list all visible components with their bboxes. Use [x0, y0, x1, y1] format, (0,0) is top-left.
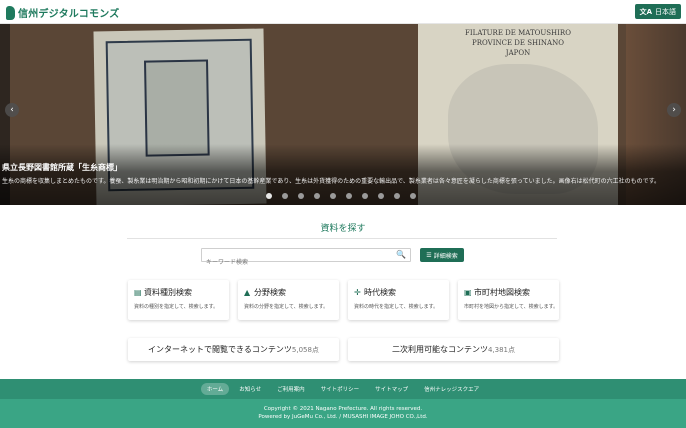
advanced-search-label: 詳細検索: [433, 252, 458, 260]
category-description: 資料の時代を指定して、検索します。: [354, 304, 439, 310]
category-description: 資料の種別を指定して、検索します。: [134, 304, 219, 310]
footer-link-sitemap[interactable]: サイトマップ: [369, 383, 414, 395]
carousel-dot[interactable]: [298, 193, 304, 199]
carousel-dot[interactable]: [362, 193, 368, 199]
category-description: 資料の分野を指定して、検索します。: [244, 304, 329, 310]
cubes-icon: ▲: [244, 287, 251, 297]
keyword-search-input[interactable]: [202, 256, 392, 269]
site-title: 信州デジタルコモンズ: [18, 9, 120, 20]
carousel-dot[interactable]: [314, 193, 320, 199]
online-contents-count[interactable]: インターネットで閲覧できるコンテンツ5,058点: [128, 338, 339, 361]
count-label: 二次利用可能なコンテンツ: [391, 345, 488, 354]
category-title: 資料種別検索: [144, 288, 192, 297]
document-icon: ▤: [134, 287, 142, 297]
list-icon: ☰: [426, 251, 432, 259]
footer-link-home[interactable]: ホーム: [200, 383, 230, 395]
language-button[interactable]: 文A 日本語: [634, 4, 681, 19]
count-label: インターネットで閲覧できるコンテンツ: [148, 345, 292, 354]
site-header: 信州デジタルコモンズ 文A 日本語: [0, 0, 686, 24]
carousel-next-button[interactable]: ›: [667, 103, 681, 117]
reusable-contents-count[interactable]: 二次利用可能なコンテンツ4,381点: [348, 338, 559, 361]
category-description: 市町村を地図から指定して、検索します。: [464, 304, 559, 310]
count-value: 5,058点: [291, 346, 319, 354]
footer-link-news[interactable]: お知らせ: [233, 383, 267, 395]
carousel-dot[interactable]: [266, 193, 272, 199]
count-value: 4,381点: [487, 346, 516, 354]
nagano-map-icon: [6, 5, 15, 20]
carousel-dots: [266, 193, 426, 199]
language-label: 日本語: [655, 7, 676, 16]
footer-link-knowledge-square[interactable]: 信州ナレッジスクエア: [418, 383, 485, 395]
category-card-map[interactable]: ▣ 市町村地図検索 市町村を地図から指定して、検索します。: [458, 280, 559, 320]
hero-title: 県立長野図書館所蔵「生糸商標」: [2, 163, 122, 172]
carousel-dot[interactable]: [394, 193, 400, 199]
category-title: 市町村地図検索: [474, 288, 530, 297]
category-title: 時代検索: [364, 288, 396, 297]
footer-copyright: Copyright © 2021 Nagano Prefecture. All …: [0, 399, 686, 428]
search-box: 🔍: [201, 248, 411, 269]
carousel-dot[interactable]: [346, 193, 352, 199]
footer-nav: ホーム お知らせ ご利用案内 サイトポリシー サイトマップ 信州ナレッジスクエア: [0, 379, 686, 399]
category-card-field[interactable]: ▲ 分野検索 資料の分野を指定して、検索します。: [238, 280, 339, 320]
carousel-dot[interactable]: [330, 193, 336, 199]
timeline-icon: ✛: [354, 287, 361, 297]
carousel-dot[interactable]: [282, 193, 288, 199]
divider: [127, 238, 557, 239]
carousel-prev-button[interactable]: ‹: [5, 103, 19, 117]
label-text: FILATURE DE MATOUSHIRO PROVINCE DE SHINA…: [465, 29, 571, 57]
hero-carousel[interactable]: FILATURE DE MATOUSHIRO PROVINCE DE SHINA…: [0, 24, 686, 205]
search-icon[interactable]: 🔍: [396, 250, 406, 259]
footer-link-guide[interactable]: ご利用案内: [271, 383, 311, 395]
carousel-dot[interactable]: [378, 193, 384, 199]
category-card-type[interactable]: ▤ 資料種別検索 資料の種別を指定して、検索します。: [128, 280, 229, 320]
category-title: 分野検索: [254, 288, 286, 297]
hero-description: 生糸の商標を収集しまとめたものです。養蚕、製糸業は明治期から昭和初期にかけて日本…: [2, 178, 660, 185]
site-logo[interactable]: 信州デジタルコモンズ: [6, 5, 119, 20]
advanced-search-button[interactable]: ☰ 詳細検索: [420, 248, 464, 262]
copyright-text: Copyright © 2021 Nagano Prefecture. All …: [263, 406, 423, 412]
carousel-dot[interactable]: [410, 193, 416, 199]
translate-icon: 文A: [639, 7, 652, 16]
footer-link-policy[interactable]: サイトポリシー: [315, 383, 366, 395]
category-card-era[interactable]: ✛ 時代検索 資料の時代を指定して、検索します。: [348, 280, 449, 320]
powered-by-text: Powered by JuGeMu Co., Ltd. / MUSASHI IM…: [258, 414, 428, 420]
section-title: 資料を探す: [320, 224, 366, 234]
map-icon: ▣: [464, 287, 472, 297]
